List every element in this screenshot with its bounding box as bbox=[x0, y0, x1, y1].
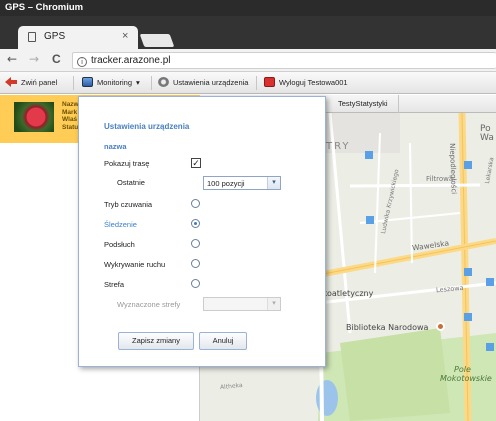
tab-title: GPS bbox=[44, 31, 66, 42]
map-label: Po Wa bbox=[480, 124, 494, 143]
logout-button[interactable]: Wyloguj Testowa001 bbox=[264, 77, 348, 87]
map-label: Mokotowskie bbox=[440, 374, 492, 383]
mode-standby-radio[interactable] bbox=[191, 199, 200, 208]
forward-arrow-icon[interactable]: → bbox=[29, 52, 39, 66]
mode-motion-label: Wykrywanie ruchu bbox=[104, 260, 166, 269]
address-bar[interactable]: i tracker.arazone.pl bbox=[72, 52, 496, 69]
monitor-icon bbox=[82, 77, 93, 87]
map-label: TRY bbox=[326, 141, 351, 152]
reload-icon[interactable]: C bbox=[52, 52, 61, 66]
mode-tracking-radio[interactable] bbox=[191, 219, 200, 228]
mode-zone-label: Strefa bbox=[104, 280, 125, 289]
show-route-checkbox[interactable]: ✓ bbox=[191, 158, 201, 168]
chevron-down-icon: ▾ bbox=[267, 298, 280, 310]
mode-zone-radio[interactable] bbox=[191, 279, 200, 288]
browser-toolbar: ← → C i tracker.arazone.pl bbox=[0, 49, 496, 72]
last-positions-label: Ostatnie bbox=[117, 178, 145, 187]
new-tab-button[interactable] bbox=[139, 34, 175, 47]
browser-tab[interactable]: GPS × bbox=[18, 26, 138, 49]
map-label: Filtrowa bbox=[426, 175, 454, 183]
tab-stats[interactable]: TestyStatystyki bbox=[338, 99, 388, 108]
device-name: nazwa bbox=[104, 142, 127, 151]
mode-standby-label: Tryb czuwania bbox=[104, 200, 153, 209]
gear-icon bbox=[158, 77, 169, 87]
chevron-down-icon: ▾ bbox=[267, 177, 280, 189]
mode-listen-label: Podsłuch bbox=[104, 240, 135, 249]
mode-listen-radio[interactable] bbox=[191, 239, 200, 248]
map-label: Pole bbox=[454, 365, 471, 374]
divider bbox=[256, 76, 257, 90]
avatar bbox=[14, 102, 54, 132]
cancel-button[interactable]: Anuluj bbox=[199, 332, 247, 350]
save-button[interactable]: Zapisz zmiany bbox=[118, 332, 194, 350]
last-positions-select[interactable]: 100 pozycji ▾ bbox=[203, 176, 281, 190]
document-icon bbox=[28, 32, 36, 42]
window-title: GPS – Chromium bbox=[0, 0, 496, 16]
app-menu-bar: Zwiń panel Monitoring ▾ Ustawienia urząd… bbox=[0, 72, 496, 94]
tab-strip: GPS × bbox=[0, 16, 496, 49]
defined-zones-label: Wyznaczone strefy bbox=[117, 300, 181, 309]
settings-title: Ustawienia urządzenia bbox=[104, 122, 190, 131]
show-route-label: Pokazuj trasę bbox=[104, 159, 150, 168]
user-details: Nazw Mark Wlaś Statu bbox=[62, 101, 79, 131]
monitoring-menu-button[interactable]: Monitoring ▾ bbox=[82, 77, 140, 87]
mode-tracking-label: Śledzenie bbox=[104, 220, 137, 229]
divider bbox=[151, 76, 152, 90]
map-label: Biblioteka Narodowa bbox=[346, 323, 429, 332]
mode-motion-radio[interactable] bbox=[191, 259, 200, 268]
power-icon bbox=[264, 77, 275, 87]
defined-zones-select[interactable]: ▾ bbox=[203, 297, 281, 311]
arrow-left-icon bbox=[5, 77, 17, 87]
collapse-panel-button[interactable]: Zwiń panel bbox=[5, 77, 57, 87]
map-label: kkoatletyczny bbox=[318, 289, 374, 298]
back-arrow-icon[interactable]: ← bbox=[7, 52, 17, 66]
map-pin-icon bbox=[436, 322, 445, 331]
close-tab-icon[interactable]: × bbox=[122, 30, 128, 42]
divider bbox=[73, 76, 74, 90]
info-icon[interactable]: i bbox=[77, 57, 87, 67]
device-settings-dropdown: Ustawienia urządzenia nazwa Pokazuj tras… bbox=[78, 96, 326, 367]
device-settings-button[interactable]: Ustawienia urządzenia bbox=[158, 77, 248, 87]
url-text: tracker.arazone.pl bbox=[91, 55, 171, 66]
chevron-down-icon: ▾ bbox=[136, 77, 140, 87]
